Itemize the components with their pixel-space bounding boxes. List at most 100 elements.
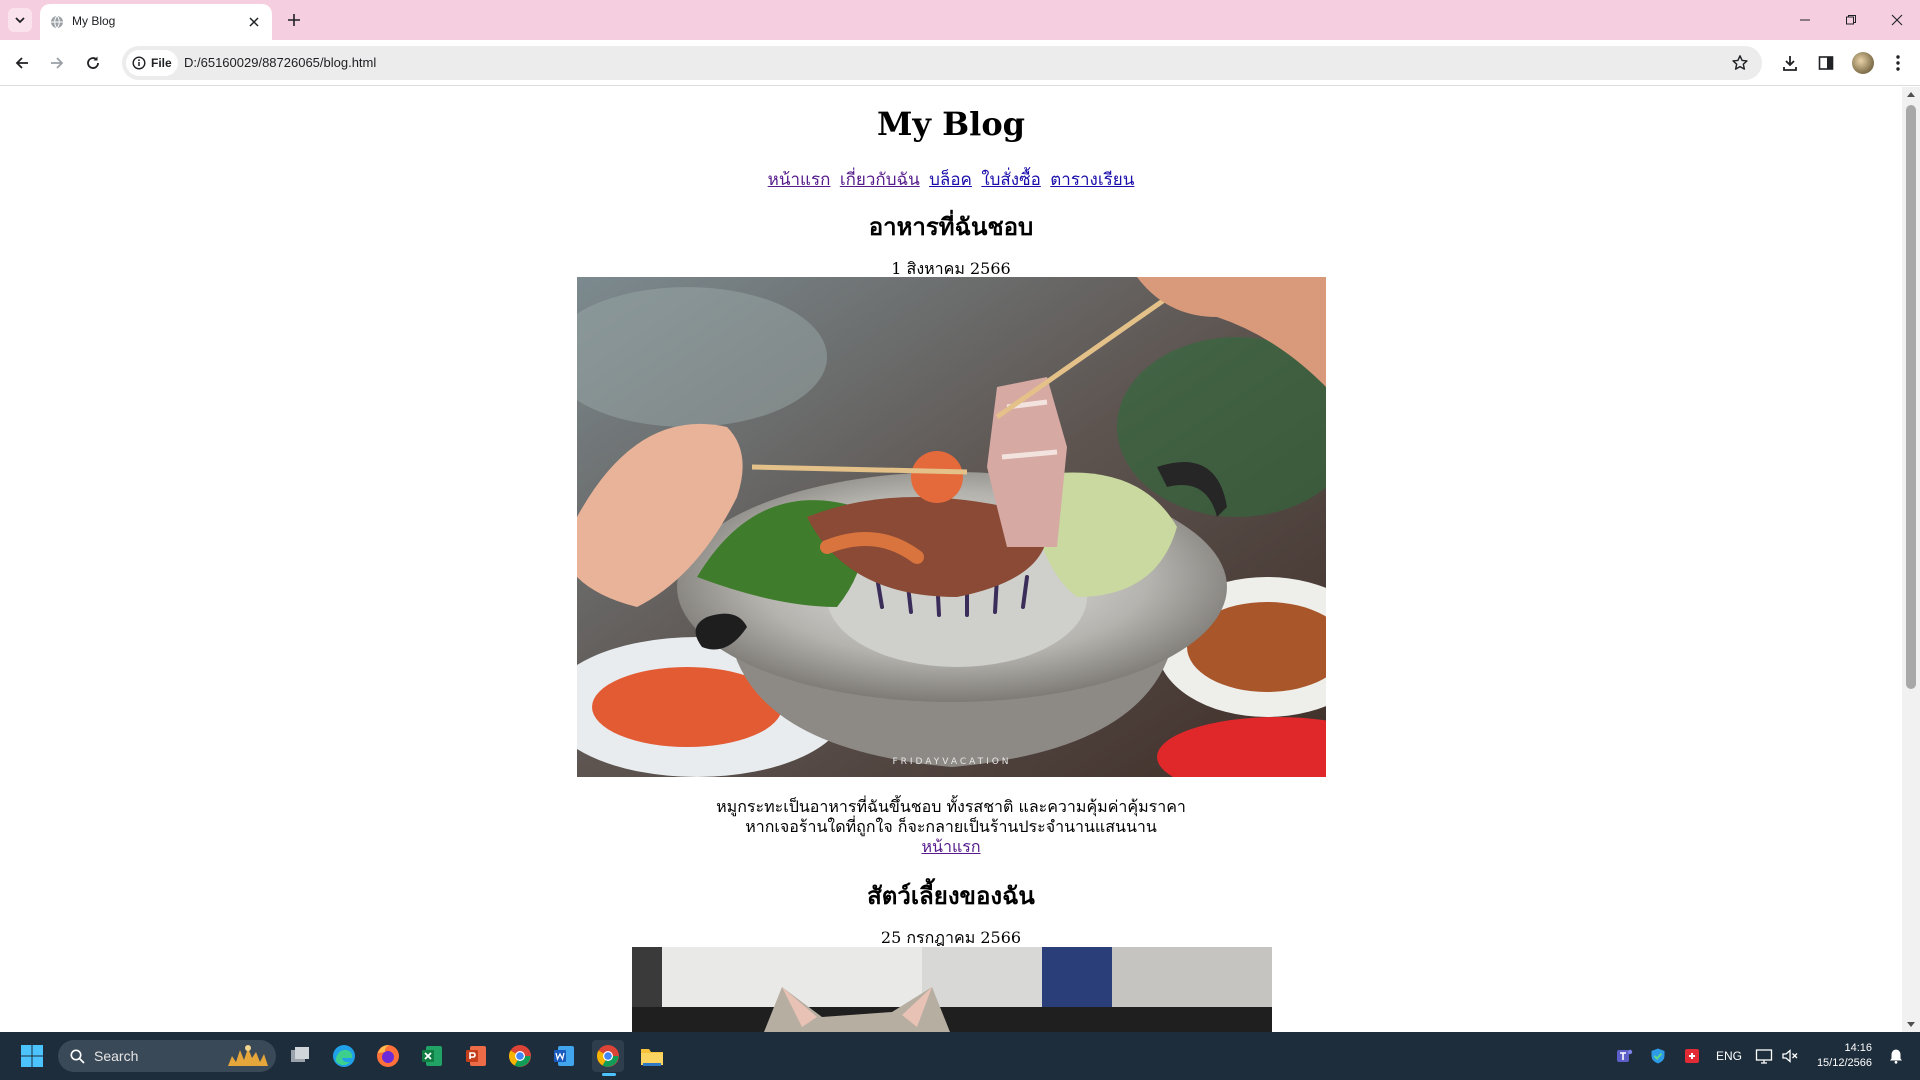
bell-icon	[1890, 1049, 1902, 1064]
taskbar-excel[interactable]	[416, 1040, 448, 1072]
tray-security[interactable]	[1642, 1040, 1674, 1072]
nav-link-blog[interactable]: บล็อค	[929, 170, 972, 190]
shield-icon	[1651, 1048, 1665, 1064]
back-button[interactable]	[8, 49, 36, 77]
url-text[interactable]: D:/65160029/88726065/blog.html	[184, 55, 376, 70]
arrow-left-icon	[15, 57, 28, 69]
search-icon	[70, 1049, 85, 1064]
teams-icon	[1617, 1049, 1633, 1062]
post-title: สัตว์เลี้ยงของฉัน	[867, 881, 1035, 910]
chrome-icon	[509, 1045, 531, 1067]
network-icon	[1755, 1049, 1773, 1064]
scroll-down-arrow[interactable]	[1907, 1022, 1915, 1027]
bookmark-button[interactable]	[1730, 53, 1750, 73]
clock-date: 15/12/2566	[1816, 1057, 1872, 1069]
taskbar-word[interactable]	[548, 1040, 580, 1072]
mookata-illustration: FRIDAYVACATION	[577, 277, 1326, 777]
scroll-up-arrow[interactable]	[1907, 92, 1915, 97]
address-bar[interactable]: File D:/65160029/88726065/blog.html	[122, 46, 1762, 80]
clock[interactable]: 14:16 15/12/2566	[1812, 1041, 1872, 1071]
tray-app-red[interactable]	[1676, 1040, 1708, 1072]
active-indicator	[602, 1073, 616, 1076]
downloads-button[interactable]	[1778, 51, 1802, 75]
browser-menu-button[interactable]	[1886, 51, 1910, 75]
nav-link-schedule[interactable]: ตารางเรียน	[1050, 170, 1134, 190]
task-view-icon	[291, 1047, 309, 1062]
taskbar-search[interactable]: Search	[58, 1040, 276, 1072]
volume-muted-icon	[1782, 1049, 1798, 1063]
tab-strip: My Blog	[0, 0, 1920, 40]
chrome-icon	[597, 1045, 619, 1067]
notifications-button[interactable]	[1880, 1040, 1912, 1072]
search-highlight-icon	[228, 1045, 268, 1066]
browser-toolbar: File D:/65160029/88726065/blog.html	[0, 40, 1920, 86]
minimize-button[interactable]	[1782, 0, 1828, 40]
language-indicator[interactable]: ENG	[1716, 1049, 1742, 1063]
folder-icon	[641, 1049, 663, 1066]
post-title: อาหารที่ฉันชอบ	[868, 212, 1034, 241]
app-icon	[1685, 1049, 1699, 1063]
taskbar-chrome-active[interactable]	[592, 1040, 624, 1076]
side-panel-icon	[1818, 56, 1834, 70]
taskbar: Search ENG 14:16 15/12/2566	[0, 1032, 1920, 1080]
star-icon	[1732, 55, 1748, 70]
nav-link-home[interactable]: หน้าแรก	[768, 170, 831, 190]
close-window-button[interactable]	[1874, 0, 1920, 40]
taskbar-chrome[interactable]	[504, 1040, 536, 1072]
windows-icon	[21, 1045, 43, 1067]
taskbar-file-explorer[interactable]	[636, 1040, 668, 1072]
word-icon	[554, 1046, 574, 1066]
info-icon	[132, 56, 146, 70]
globe-icon	[51, 15, 63, 29]
site-nav: หน้าแรก เกี่ยวกับฉัน บล็อค ใบสั่งซื้อ ตา…	[0, 166, 1902, 193]
new-tab-button[interactable]	[282, 8, 306, 32]
edge-icon	[333, 1045, 355, 1067]
clock-time: 14:16	[1844, 1042, 1872, 1054]
reload-button[interactable]	[79, 49, 107, 77]
photo-watermark: FRIDAYVACATION	[892, 757, 1011, 767]
pet-photo	[632, 947, 1272, 1032]
tray-volume[interactable]	[1774, 1040, 1806, 1072]
tab-search-button[interactable]	[8, 8, 32, 32]
mookata-photo: FRIDAYVACATION	[577, 277, 1326, 777]
restore-button[interactable]	[1828, 0, 1874, 40]
chevron-down-icon	[15, 17, 25, 24]
firefox-icon	[377, 1045, 399, 1067]
post-body-line: หากเจอร้านใดที่ถูกใจ ก็จะกลายเป็นร้านประ…	[745, 817, 1157, 836]
plus-icon	[288, 14, 300, 26]
download-icon	[1783, 56, 1797, 71]
post-body-line: หมูกระทะเป็นอาหารที่ฉันขึ้นชอบ ทั้งรสชาต…	[716, 797, 1186, 816]
page-viewport: My Blog หน้าแรก เกี่ยวกับฉัน บล็อค ใบสั่…	[0, 87, 1902, 1032]
more-vertical-icon	[1896, 55, 1900, 71]
taskbar-edge[interactable]	[328, 1040, 360, 1072]
page-scrollbar[interactable]	[1902, 87, 1920, 1032]
search-placeholder: Search	[94, 1048, 139, 1064]
arrow-right-icon	[51, 57, 64, 69]
site-info-chip[interactable]: File	[126, 50, 178, 76]
pet-illustration	[632, 947, 1272, 1032]
profile-avatar[interactable]	[1852, 52, 1874, 74]
post-body: หมูกระทะเป็นอาหารที่ฉันขึ้นชอบ ทั้งรสชาต…	[0, 797, 1902, 857]
scroll-thumb[interactable]	[1906, 105, 1916, 689]
powerpoint-icon	[466, 1046, 486, 1066]
start-button[interactable]	[16, 1040, 48, 1072]
blog-title: My Blog	[876, 105, 1026, 143]
restore-icon	[1846, 15, 1856, 25]
side-panel-button[interactable]	[1814, 51, 1838, 75]
nav-link-order[interactable]: ใบสั่งซื้อ	[981, 170, 1041, 190]
nav-link-about[interactable]: เกี่ยวกับฉัน	[840, 170, 920, 190]
minimize-icon	[1800, 19, 1810, 21]
site-info-label: File	[151, 56, 172, 70]
taskbar-firefox[interactable]	[372, 1040, 404, 1072]
close-icon	[1891, 14, 1903, 26]
excel-icon	[422, 1046, 442, 1066]
close-icon	[249, 17, 259, 27]
close-tab-button[interactable]	[246, 14, 262, 30]
tab-title: My Blog	[72, 14, 116, 28]
taskbar-powerpoint[interactable]	[460, 1040, 492, 1072]
tray-teams[interactable]	[1608, 1040, 1640, 1072]
active-tab[interactable]: My Blog	[40, 4, 272, 40]
post-home-link[interactable]: หน้าแรก	[921, 837, 980, 856]
forward-button[interactable]	[43, 49, 71, 77]
task-view-button[interactable]	[284, 1040, 316, 1072]
